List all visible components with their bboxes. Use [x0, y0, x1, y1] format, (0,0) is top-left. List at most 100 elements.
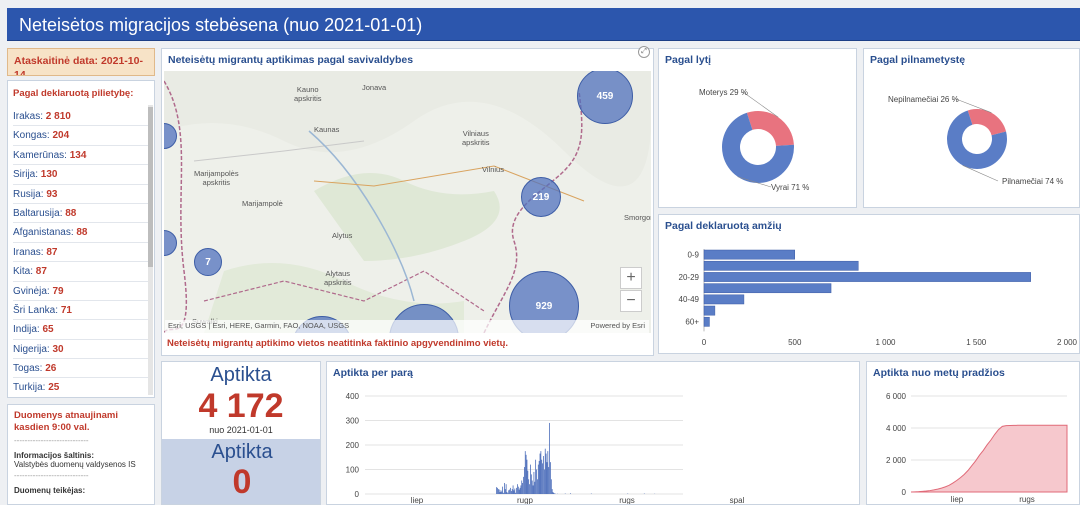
citizenship-item[interactable]: Kongas: 204 [13, 126, 151, 146]
day-bar[interactable] [550, 462, 551, 494]
day-bar[interactable] [548, 467, 550, 494]
citizenship-item[interactable]: Nigerija: 30 [13, 340, 151, 360]
day-bar[interactable] [501, 491, 503, 494]
scrollbar-thumb[interactable] [148, 107, 153, 267]
citizenship-item[interactable]: Irakas: 2 810 [13, 107, 151, 127]
citizenship-item[interactable]: Gvinėja: 79 [13, 282, 151, 301]
day-bar[interactable] [520, 485, 522, 494]
age-bar-chart[interactable]: 0 500 1 000 1 500 2 000 0-9 20-29 40-49 60+ [659, 215, 1079, 353]
day-bar[interactable] [536, 469, 537, 495]
day-bar[interactable] [500, 490, 502, 494]
age-bar[interactable] [703, 294, 745, 305]
day-bar[interactable] [543, 456, 544, 494]
day-bar[interactable] [518, 489, 520, 494]
day-bar[interactable] [534, 481, 536, 494]
per-day-bar-chart[interactable]: 0 100 200 300 400 liep rugp rugs spal [327, 362, 859, 504]
day-bar[interactable] [504, 489, 506, 494]
day-bar[interactable] [553, 493, 555, 494]
powered-by[interactable]: Powered by Esri [590, 321, 645, 330]
day-bar[interactable] [541, 459, 543, 494]
day-bar[interactable] [530, 474, 532, 494]
map-cluster[interactable]: 219 [521, 177, 561, 217]
day-bar[interactable] [540, 451, 542, 494]
day-bar[interactable] [549, 422, 550, 494]
day-bar[interactable] [550, 479, 552, 494]
day-bar[interactable] [537, 464, 539, 494]
day-bar[interactable] [505, 484, 507, 494]
day-bar[interactable] [547, 451, 549, 494]
day-bar[interactable] [512, 485, 514, 494]
citizenship-item[interactable]: Indija: 65 [13, 320, 151, 340]
day-bar[interactable] [539, 453, 541, 494]
day-bar[interactable] [507, 493, 509, 494]
day-bar[interactable] [519, 487, 521, 494]
citizenship-item[interactable]: Togas: 26 [13, 359, 151, 379]
day-bar[interactable] [521, 480, 523, 494]
day-bar[interactable] [531, 480, 533, 494]
day-bar[interactable] [535, 459, 537, 494]
citizenship-item[interactable]: Turkija: 25 [13, 378, 151, 397]
age-bar[interactable] [703, 249, 795, 260]
day-bar[interactable] [509, 489, 510, 494]
day-bar[interactable] [552, 492, 554, 494]
citizenship-item[interactable]: Sirija: 130 [13, 165, 151, 185]
day-bar[interactable] [517, 484, 518, 494]
day-bar[interactable] [525, 454, 527, 494]
age-bar[interactable] [703, 260, 859, 271]
day-bar[interactable] [524, 451, 526, 494]
citizenship-item[interactable]: Afganistanas: 88 [13, 223, 151, 243]
day-bar[interactable] [543, 469, 545, 495]
day-bar[interactable] [497, 487, 498, 494]
day-bar[interactable] [522, 482, 524, 494]
citizenship-item[interactable]: Kamerūnas: 134 [13, 146, 151, 166]
day-bar[interactable] [545, 453, 547, 494]
day-bar[interactable] [502, 486, 504, 494]
day-bar[interactable] [546, 462, 548, 494]
donut-slice[interactable] [746, 111, 794, 146]
day-bar[interactable] [504, 482, 505, 494]
day-bar[interactable] [506, 492, 508, 494]
day-bar[interactable] [527, 470, 529, 494]
zoom-in-button[interactable]: + [620, 267, 642, 289]
age-bar[interactable] [703, 283, 832, 294]
map-canvas[interactable]: Kauno apskritis Jonava Kaunas Vilniaus apsk… [164, 71, 651, 333]
cumulative-area-chart[interactable]: 0 2 000 4 000 6 000 liep rugs [867, 362, 1079, 504]
age-bar[interactable] [703, 272, 1031, 282]
day-bar[interactable] [498, 489, 500, 494]
day-bar[interactable] [513, 490, 515, 494]
day-bar[interactable] [532, 485, 534, 494]
citizenship-item[interactable]: Kita: 87 [13, 262, 151, 282]
day-bar[interactable] [517, 486, 519, 494]
age-bar[interactable] [703, 316, 710, 327]
day-bar[interactable] [538, 460, 540, 494]
citizenship-item[interactable]: Šri Lanka: 71 [13, 301, 151, 321]
citizenship-item[interactable]: Iranas: 87 [13, 243, 151, 263]
day-bar[interactable] [526, 459, 528, 494]
day-bar[interactable] [497, 489, 499, 494]
day-bar[interactable] [510, 491, 512, 494]
age-bar[interactable] [703, 305, 716, 316]
expand-icon[interactable]: ⤢ [638, 46, 650, 58]
map-cluster[interactable]: 7 [194, 248, 222, 276]
day-bar[interactable] [515, 492, 517, 494]
day-bar[interactable] [514, 488, 516, 494]
day-bar[interactable] [503, 492, 504, 494]
donut-slice[interactable] [967, 109, 1007, 136]
day-bar[interactable] [528, 479, 530, 494]
citizenship-list[interactable]: Irakas: 2 810 Kongas: 204 Kamerūnas: 134 Si… [13, 107, 151, 397]
day-bar[interactable] [544, 448, 546, 494]
citizenship-item[interactable]: Rusija: 93 [13, 185, 151, 204]
day-bar[interactable] [510, 487, 511, 494]
cumulative-area[interactable] [910, 424, 1068, 493]
day-bar[interactable] [530, 464, 531, 494]
day-bar[interactable] [499, 492, 501, 494]
day-bar[interactable] [496, 487, 497, 494]
day-bar[interactable] [537, 479, 538, 494]
day-bar[interactable] [511, 489, 513, 494]
day-bar[interactable] [529, 484, 530, 494]
day-bar[interactable] [542, 463, 543, 494]
day-bar[interactable] [533, 471, 535, 494]
day-bar[interactable] [508, 490, 510, 494]
zoom-out-button[interactable]: − [620, 290, 642, 312]
sex-donut-chart[interactable]: Moterys 29 % Vyrai 71 % [659, 49, 856, 207]
